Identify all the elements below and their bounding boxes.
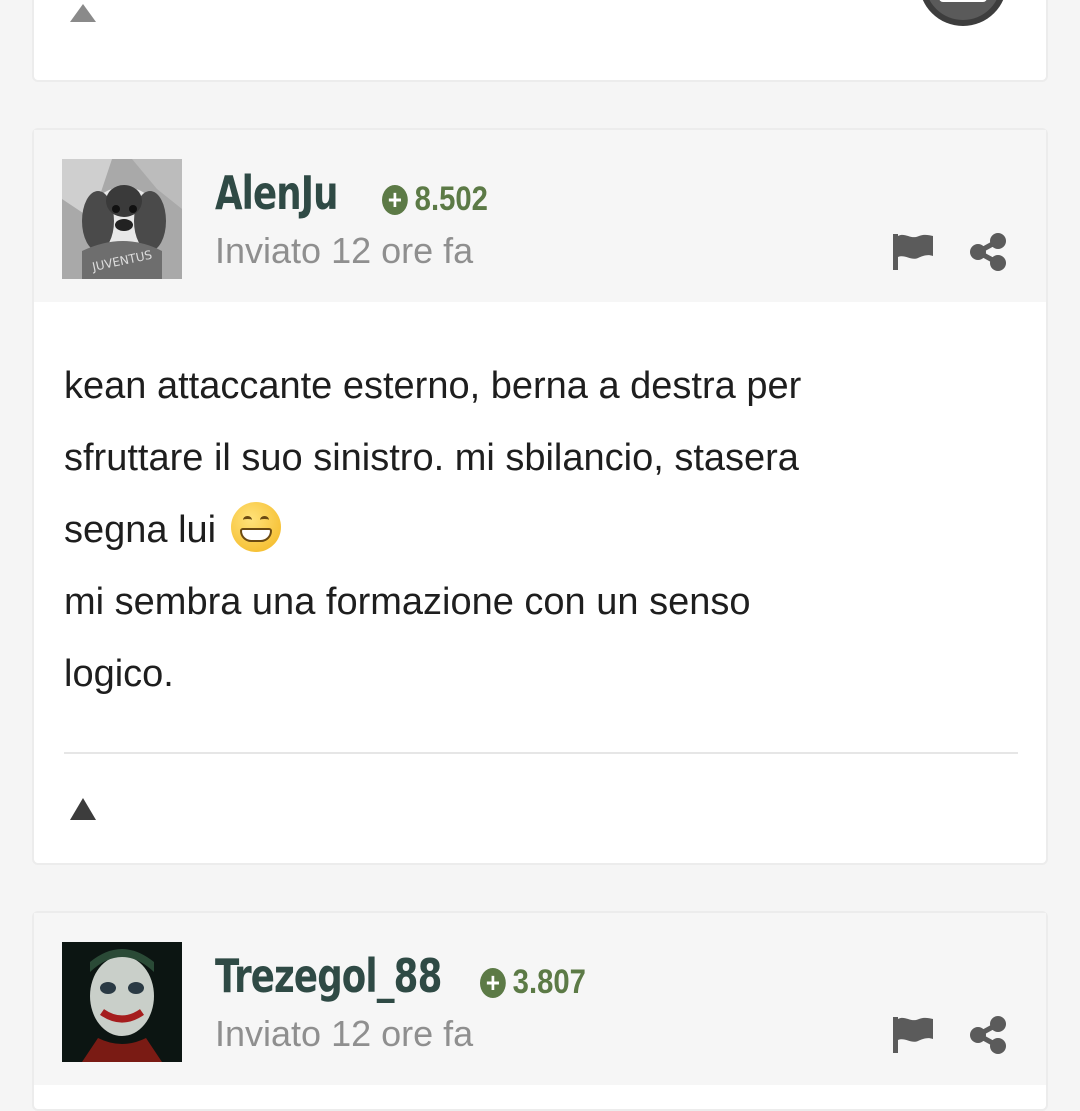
post-line-with-emoji: segna lui <box>64 494 964 566</box>
flag-icon[interactable] <box>891 1015 935 1055</box>
post-header: JUVENTUS AlenJu + 8.502 Inviato 12 ore f… <box>34 130 1046 302</box>
username[interactable]: Trezegol_88 <box>215 949 442 1003</box>
post-line: sfruttare il suo sinistro. mi sbilancio,… <box>64 437 799 479</box>
username[interactable]: AlenJu <box>215 166 339 220</box>
thumbs-up-badge-inner <box>939 0 987 2</box>
joker-avatar-image <box>62 942 182 1062</box>
post-line: mi sembra una formazione con un senso <box>64 581 751 623</box>
avatar[interactable]: JUVENTUS <box>62 159 182 279</box>
thumbs-up-badge-icon[interactable] <box>919 0 1007 26</box>
post-timestamp[interactable]: Inviato 12 ore fa <box>215 1013 473 1055</box>
post-line: kean attaccante esterno, berna a destra … <box>64 365 802 407</box>
post-line: segna lui <box>64 509 217 551</box>
post-timestamp[interactable]: Inviato 12 ore fa <box>215 230 473 272</box>
post-card: JUVENTUS AlenJu + 8.502 Inviato 12 ore f… <box>32 128 1048 865</box>
plus-circle-icon: + <box>382 184 408 215</box>
previous-post-card <box>32 0 1048 82</box>
share-icon[interactable] <box>968 1015 1008 1055</box>
reputation-badge: + 8.502 <box>382 180 488 219</box>
upvote-arrow-icon[interactable] <box>70 4 96 22</box>
dog-avatar-image: JUVENTUS <box>62 159 182 279</box>
plus-circle-icon: + <box>480 967 506 998</box>
divider <box>64 752 1018 754</box>
post-header: Trezegol_88 + 3.807 Inviato 12 ore fa <box>34 913 1046 1085</box>
post-content: kean attaccante esterno, berna a destra … <box>64 350 964 710</box>
post-card: Trezegol_88 + 3.807 Inviato 12 ore fa <box>32 911 1048 1111</box>
upvote-arrow-icon[interactable] <box>70 798 96 820</box>
flag-icon[interactable] <box>891 232 935 272</box>
share-icon[interactable] <box>968 232 1008 272</box>
reputation-value: 3.807 <box>512 963 586 1001</box>
grinning-face-emoji <box>230 502 281 552</box>
post-line: logico. <box>64 653 174 695</box>
reputation-value: 8.502 <box>414 180 488 218</box>
reputation-badge: + 3.807 <box>480 963 586 1002</box>
avatar[interactable] <box>62 942 182 1062</box>
